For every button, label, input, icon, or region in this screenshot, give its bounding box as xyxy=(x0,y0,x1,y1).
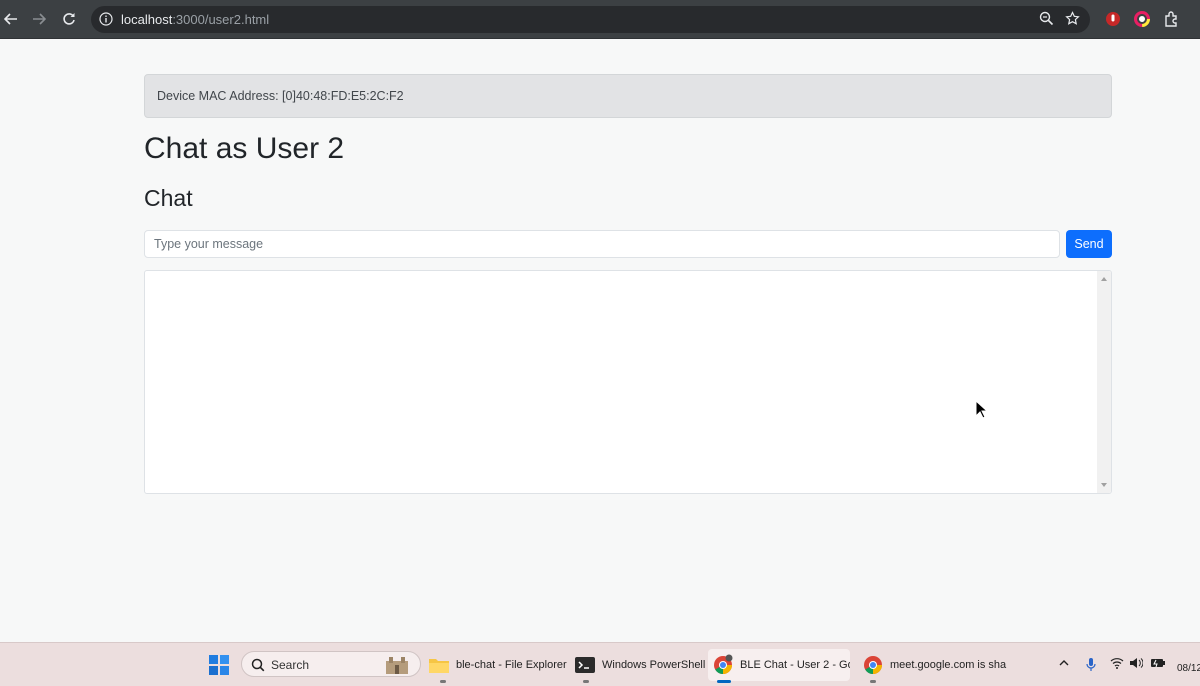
send-button[interactable]: Send xyxy=(1066,230,1112,258)
forward-arrow-icon xyxy=(33,13,46,25)
extension-red-icon[interactable] xyxy=(1104,10,1122,28)
taskbar-item-ble-chat-chrome[interactable]: BLE Chat - User 2 - Goo xyxy=(708,649,850,683)
running-indicator xyxy=(870,680,876,683)
microphone-icon[interactable] xyxy=(1085,657,1097,671)
forward-button[interactable] xyxy=(29,9,49,29)
site-info-icon[interactable] xyxy=(99,12,113,26)
device-mac-alert: Device MAC Address: [0]40:48:FD:E5:2C:F2 xyxy=(144,74,1112,118)
taskbar-search[interactable]: Search xyxy=(241,651,421,677)
bookmark-star-icon[interactable] xyxy=(1065,11,1080,26)
extensions-puzzle-icon[interactable] xyxy=(1163,10,1181,28)
browser-toolbar: localhost:3000/user2.html xyxy=(0,0,1200,39)
mouse-cursor-icon xyxy=(975,400,989,419)
search-highlight-image-icon xyxy=(386,657,408,674)
message-input[interactable] xyxy=(144,230,1060,258)
scroll-down-arrow-icon[interactable] xyxy=(1101,483,1107,487)
battery-icon[interactable] xyxy=(1150,657,1166,669)
taskbar-item-google-meet-chrome[interactable]: meet.google.com is sha xyxy=(862,649,1007,683)
taskbar-item-file-explorer[interactable]: ble-chat - File Explorer xyxy=(428,649,567,683)
speaker-icon[interactable] xyxy=(1129,657,1143,669)
taskbar-item-powershell[interactable]: Windows PowerShell xyxy=(574,649,706,683)
taskbar-item-label: ble-chat - File Explorer xyxy=(456,659,567,671)
url-host: localhost xyxy=(121,12,173,27)
taskbar-clock: 08/12 xyxy=(1177,663,1200,674)
url-path: :3000/user2.html xyxy=(172,12,270,27)
running-indicator xyxy=(440,680,446,683)
extension-color-ring-icon[interactable] xyxy=(1133,10,1151,28)
chrome-icon xyxy=(862,654,884,676)
taskbar-item-label: BLE Chat - User 2 - Goo xyxy=(740,659,850,671)
windows-taskbar: Search ble-chat - File Explorer Windows … xyxy=(0,642,1200,686)
page-title: Chat as User 2 xyxy=(144,132,345,165)
folder-icon xyxy=(428,656,450,674)
search-label: Search xyxy=(271,658,310,672)
scroll-up-arrow-icon[interactable] xyxy=(1101,277,1107,281)
reload-button[interactable] xyxy=(59,9,79,29)
windows-start-icon[interactable] xyxy=(209,655,229,675)
back-button[interactable] xyxy=(1,9,21,29)
search-icon xyxy=(251,658,265,672)
active-indicator xyxy=(717,680,731,683)
zoom-icon[interactable] xyxy=(1039,11,1054,26)
chat-messages-box[interactable] xyxy=(144,270,1112,494)
chrome-icon xyxy=(712,654,734,676)
url-text[interactable]: localhost:3000/user2.html xyxy=(121,12,269,27)
address-bar[interactable]: localhost:3000/user2.html xyxy=(91,6,1090,33)
back-arrow-icon xyxy=(4,13,17,25)
reload-icon xyxy=(63,13,75,25)
chat-scrollbar[interactable] xyxy=(1097,271,1111,493)
chat-section-title: Chat xyxy=(144,185,193,211)
taskbar-item-label: Windows PowerShell xyxy=(602,659,706,671)
wifi-icon[interactable] xyxy=(1110,657,1124,669)
chevron-up-icon[interactable] xyxy=(1058,657,1070,669)
taskbar-item-label: meet.google.com is sha xyxy=(890,659,1007,671)
running-indicator xyxy=(583,680,589,683)
powershell-icon xyxy=(574,656,596,674)
